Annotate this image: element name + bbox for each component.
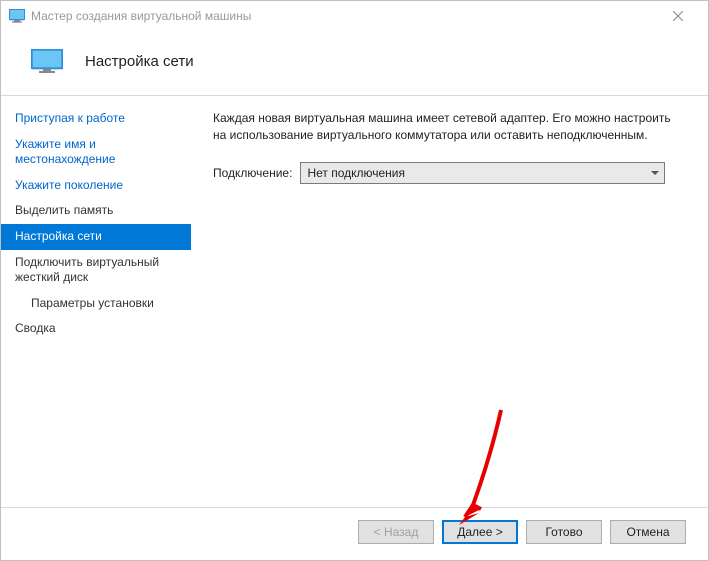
connection-select[interactable]: Нет подключения (300, 162, 665, 184)
cancel-button[interactable]: Отмена (610, 520, 686, 544)
window-title: Мастер создания виртуальной машины (31, 9, 655, 23)
next-button[interactable]: Далее > (442, 520, 518, 544)
connection-row: Подключение: Нет подключения (213, 162, 678, 184)
sidebar-item-memory[interactable]: Выделить память (1, 198, 191, 224)
connection-select-wrap: Нет подключения (300, 162, 665, 184)
sidebar-item-virtual-disk[interactable]: Подключить виртуальный жесткий диск (1, 250, 191, 291)
description-text: Каждая новая виртуальная машина имеет се… (213, 110, 678, 144)
finish-button[interactable]: Готово (526, 520, 602, 544)
connection-label: Подключение: (213, 166, 292, 180)
sidebar-item-generation[interactable]: Укажите поколение (1, 173, 191, 199)
sidebar-item-getting-started[interactable]: Приступая к работе (1, 106, 191, 132)
wizard-footer: < Назад Далее > Готово Отмена (1, 508, 708, 560)
wizard-sidebar: Приступая к работе Укажите имя и местона… (1, 96, 191, 507)
wizard-window: Мастер создания виртуальной машины Настр… (0, 0, 709, 561)
wizard-body: Приступая к работе Укажите имя и местона… (1, 96, 708, 507)
back-button: < Назад (358, 520, 434, 544)
sidebar-item-summary[interactable]: Сводка (1, 316, 191, 342)
titlebar: Мастер создания виртуальной машины (1, 1, 708, 31)
wizard-header: Настройка сети (1, 31, 708, 95)
monitor-icon (9, 9, 25, 23)
close-button[interactable] (655, 2, 700, 30)
monitor-icon (31, 49, 63, 73)
sidebar-item-install-options[interactable]: Параметры установки (1, 291, 191, 317)
sidebar-item-networking[interactable]: Настройка сети (1, 224, 191, 250)
sidebar-item-name-location[interactable]: Укажите имя и местонахождение (1, 132, 191, 173)
wizard-main: Каждая новая виртуальная машина имеет се… (191, 96, 708, 507)
page-title: Настройка сети (85, 53, 194, 70)
